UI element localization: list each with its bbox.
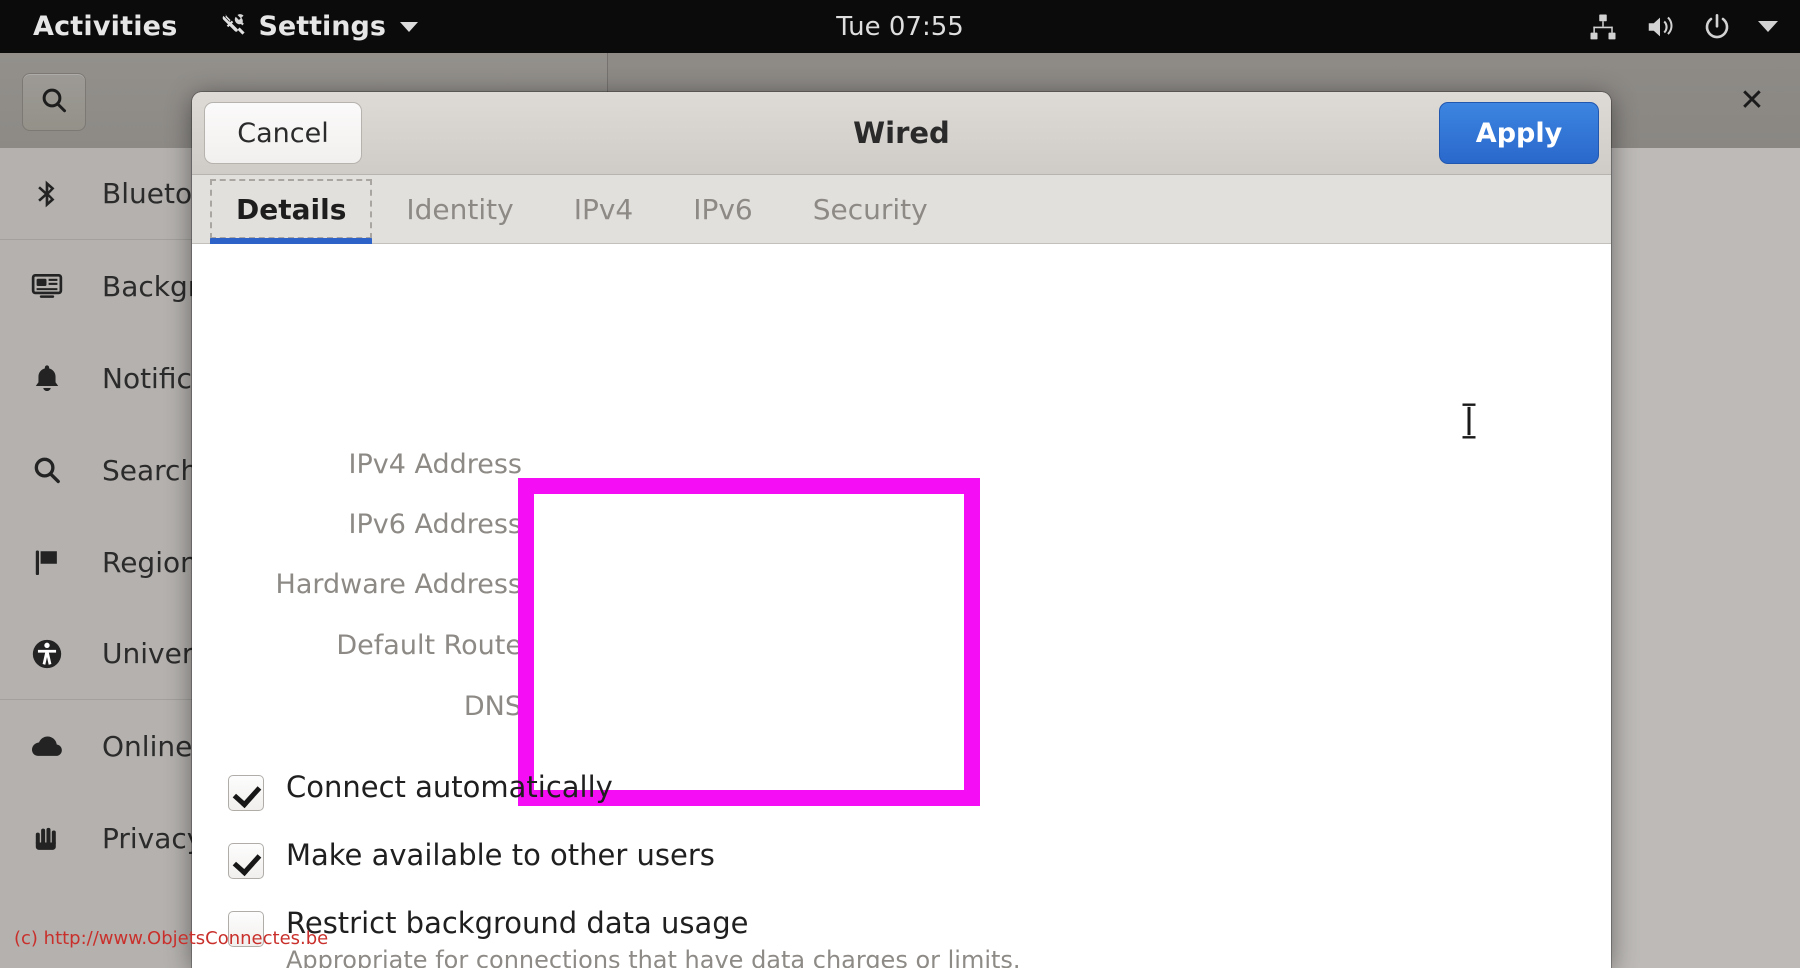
chevron-down-icon: [399, 21, 418, 32]
tab-ipv4[interactable]: IPv4: [544, 175, 664, 243]
option-description: Appropriate for connections that have da…: [286, 946, 1021, 968]
tab-details[interactable]: Details: [206, 175, 376, 247]
option-label: Restrict background data usage: [286, 906, 749, 940]
details-panel: IPv4 Address IPv6 Address Hardware Addre…: [192, 244, 1611, 968]
app-menu-label: Settings: [258, 11, 386, 42]
status-area[interactable]: [1588, 12, 1778, 42]
field-label: Default Route: [336, 629, 522, 661]
background-icon: [26, 270, 68, 302]
accessibility-icon: [26, 637, 68, 671]
cloud-icon: [26, 733, 68, 759]
option-make-available-other-users[interactable]: Make available to other users: [228, 839, 715, 879]
wired-connection-dialog: Cancel Wired Apply Details Identity IPv4…: [192, 92, 1611, 968]
field-ipv4-address: IPv4 Address: [192, 442, 522, 486]
option-label: Connect automatically: [286, 770, 613, 804]
app-menu-button[interactable]: Settings: [221, 11, 418, 42]
bluetooth-icon: [26, 177, 68, 211]
tab-ipv6[interactable]: IPv6: [663, 175, 783, 243]
search-icon: [39, 85, 69, 119]
sidebar-item-label: Privacy: [102, 821, 204, 855]
dialog-title: Wired: [853, 116, 950, 150]
sidebar-item-label: Search: [102, 453, 199, 487]
dialog-header-bar: Cancel Wired Apply: [192, 92, 1611, 175]
field-label: IPv6 Address: [348, 508, 522, 540]
option-connect-automatically[interactable]: Connect automatically: [228, 771, 613, 811]
field-label: DNS: [463, 690, 522, 722]
value-column-highlight: [518, 478, 980, 806]
option-label: Make available to other users: [286, 838, 715, 872]
field-ipv6-address: IPv6 Address: [192, 502, 522, 546]
hand-icon: [26, 822, 68, 854]
field-hardware-address: Hardware Address: [192, 562, 522, 606]
flag-icon: [26, 546, 68, 579]
field-dns: DNS: [192, 684, 522, 728]
search-button[interactable]: [22, 73, 86, 131]
field-label: Hardware Address: [275, 568, 522, 600]
tab-security[interactable]: Security: [783, 175, 958, 243]
option-restrict-background-data[interactable]: Restrict background data usage Appropria…: [228, 907, 1021, 968]
network-wired-icon: [1588, 12, 1618, 42]
field-label: IPv4 Address: [348, 448, 522, 480]
power-icon: [1702, 12, 1732, 42]
search-icon: [26, 454, 68, 486]
activities-button[interactable]: Activities: [33, 11, 177, 42]
text-cursor: [1458, 400, 1480, 446]
close-button[interactable]: ✕: [1728, 77, 1776, 125]
volume-high-icon: [1644, 12, 1676, 42]
apply-button[interactable]: Apply: [1439, 102, 1599, 164]
field-default-route: Default Route: [192, 623, 522, 667]
checkbox[interactable]: [228, 843, 264, 879]
tools-icon: [221, 12, 247, 42]
watermark: (c) http://www.ObjetsConnectes.be: [14, 928, 329, 949]
chevron-down-icon[interactable]: [1758, 21, 1778, 32]
gnome-top-bar: Activities Settings Tue 07:55: [0, 0, 1800, 53]
bell-icon: [26, 362, 68, 395]
tab-identity[interactable]: Identity: [376, 175, 543, 243]
dialog-tab-bar[interactable]: Details Identity IPv4 IPv6 Security: [192, 175, 1611, 247]
checkbox[interactable]: [228, 775, 264, 811]
sidebar-item-label: Region: [102, 545, 198, 579]
